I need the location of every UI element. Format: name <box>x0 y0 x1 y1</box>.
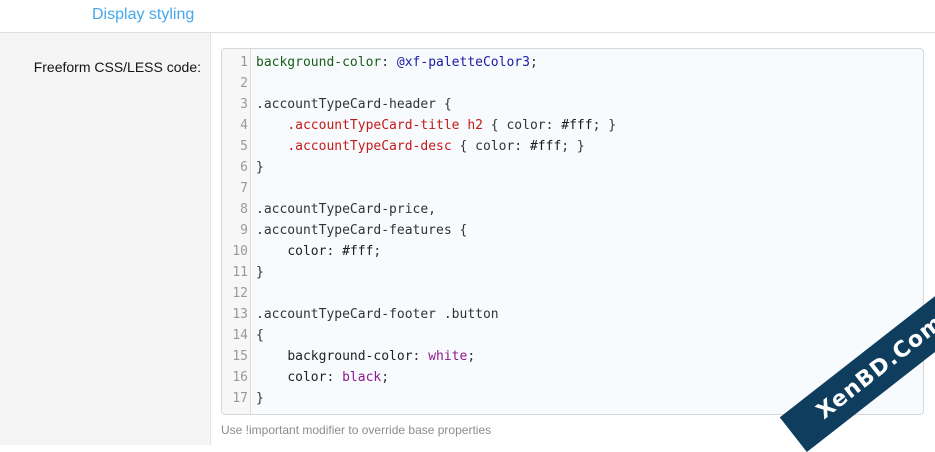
code-token: { <box>436 97 452 112</box>
code-line[interactable]: 12 <box>222 283 923 304</box>
line-number: 12 <box>232 286 248 301</box>
line-number: 8 <box>240 202 248 217</box>
form-row: Freeform CSS/LESS code: 1 background-colo… <box>0 33 935 445</box>
code-token: : <box>326 370 343 385</box>
code-line[interactable]: 16 color: black; <box>222 367 923 388</box>
code-token: #fff <box>342 244 374 259</box>
code-line[interactable]: 14 { <box>222 325 923 346</box>
code-editor[interactable]: 1 background-color: @xf-paletteColor3; 2 3.… <box>221 48 924 415</box>
code-text: background-color: @xf-paletteColor3; <box>256 52 538 73</box>
line-number: 7 <box>240 181 248 196</box>
code-token: #fff <box>529 139 562 154</box>
section-header: Display styling <box>0 0 935 33</box>
code-text: .accountTypeCard-desc { color: #fff; } <box>256 136 585 157</box>
code-token: { <box>256 328 264 343</box>
line-number: 15 <box>232 349 248 364</box>
code-token: ; <box>381 370 390 385</box>
line-number: 9 <box>240 223 248 238</box>
line-number: 5 <box>240 139 248 154</box>
code-area[interactable]: 1 background-color: @xf-paletteColor3; 2 3.… <box>222 52 923 409</box>
code-line[interactable]: 10 color: #fff; <box>222 241 923 262</box>
code-text: .accountTypeCard-title h2 { color: #fff;… <box>256 115 616 136</box>
code-token: ; } <box>561 139 585 154</box>
line-number: 16 <box>232 370 248 385</box>
code-text: .accountTypeCard-header { <box>256 94 452 115</box>
code-text: } <box>256 262 264 283</box>
code-token: background-color <box>287 349 413 364</box>
code-text: .accountTypeCard-footer .button <box>256 304 499 325</box>
code-token: background-color <box>256 55 382 70</box>
code-text: } <box>256 388 264 409</box>
code-line[interactable]: 11} <box>222 262 923 283</box>
code-token: @xf-paletteColor3 <box>396 55 530 70</box>
code-token: { color: <box>482 118 562 133</box>
line-number: 6 <box>240 160 248 175</box>
code-line[interactable]: 1 background-color: @xf-paletteColor3; <box>222 52 923 73</box>
code-token: .accountTypeCard-header <box>256 97 437 112</box>
code-text: color: black; <box>256 367 389 388</box>
code-line[interactable]: 8 .accountTypeCard-price, <box>222 199 923 220</box>
line-number: 10 <box>232 244 248 259</box>
line-number: 4 <box>240 118 248 133</box>
field-label: Freeform CSS/LESS code: <box>33 59 201 75</box>
code-token: .accountTypeCard-features <box>256 223 452 238</box>
code-token: ; } <box>592 118 617 133</box>
code-token: } <box>256 265 264 280</box>
code-token: { color: <box>451 139 530 154</box>
code-text: .accountTypeCard-features { <box>256 220 467 241</box>
code-line[interactable]: 3 .accountTypeCard-header { <box>222 94 923 115</box>
code-line[interactable]: 13 .accountTypeCard-footer .button <box>222 304 923 325</box>
section-title: Display styling <box>92 6 195 23</box>
code-token: ; <box>373 244 382 259</box>
code-token: ; <box>467 349 476 364</box>
code-token: } <box>256 391 264 406</box>
code-line[interactable]: 4 .accountTypeCard-title h2 { color: #ff… <box>222 115 923 136</box>
code-line[interactable]: 5 .accountTypeCard-desc { color: #fff; } <box>222 136 923 157</box>
code-token: black <box>342 370 382 385</box>
code-token: .accountTypeCard-price, <box>256 202 437 217</box>
code-token: white <box>428 349 468 364</box>
code-token: : <box>326 244 343 259</box>
code-token: color <box>287 244 327 259</box>
code-line[interactable]: 7 <box>222 178 923 199</box>
line-number: 14 <box>232 328 248 343</box>
line-number: 17 <box>232 391 248 406</box>
line-number: 11 <box>232 265 248 280</box>
code-token: ; <box>529 55 538 70</box>
line-number: 13 <box>232 307 248 322</box>
code-line[interactable]: 2 <box>222 73 923 94</box>
code-token: .accountTypeCard-title <box>287 118 460 133</box>
code-token: } <box>256 160 264 175</box>
code-text: { <box>256 325 264 346</box>
code-token: h2 <box>467 118 483 133</box>
field-hint: Use !important modifier to override base… <box>221 423 492 437</box>
code-text: color: #fff; <box>256 241 381 262</box>
code-text: } <box>256 157 264 178</box>
code-token: #fff <box>561 118 593 133</box>
code-token: color <box>287 370 327 385</box>
line-number: 2 <box>240 76 248 91</box>
code-line[interactable]: 9 .accountTypeCard-features { <box>222 220 923 241</box>
code-token: { <box>451 223 468 238</box>
code-token: : <box>412 349 429 364</box>
code-text: background-color: white; <box>256 346 475 367</box>
code-line[interactable]: 6} <box>222 157 923 178</box>
code-line[interactable]: 15 background-color: white; <box>222 346 923 367</box>
code-token: .accountTypeCard-footer .button <box>256 307 499 322</box>
line-number: 1 <box>240 55 248 70</box>
label-column: Freeform CSS/LESS code: <box>0 33 211 445</box>
code-token: : <box>381 55 397 70</box>
code-text: .accountTypeCard-price, <box>256 199 436 220</box>
line-number: 3 <box>240 97 248 112</box>
code-token: .accountTypeCard-desc <box>287 139 452 154</box>
